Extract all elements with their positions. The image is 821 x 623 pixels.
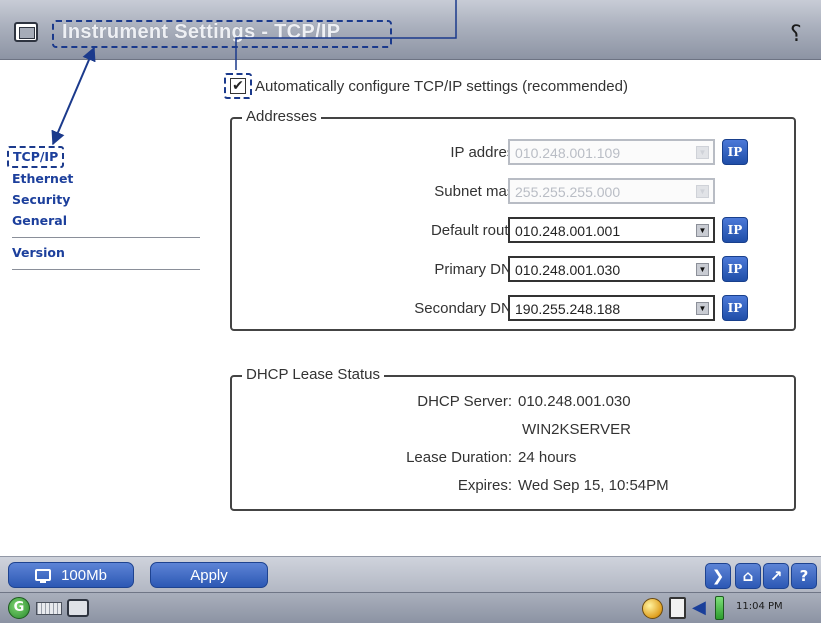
expires-value: Wed Sep 15, 10:54PM (518, 477, 669, 494)
chevron-down-icon[interactable]: ▼ (696, 263, 709, 276)
dhcp-server-name: WIN2KSERVER (522, 421, 631, 438)
secondary-dns-value: 190.255.248.188 (515, 301, 621, 317)
dhcp-server-label: DHCP Server: (417, 393, 512, 410)
sidebar-item-security[interactable]: Security (12, 189, 202, 210)
chevron-down-icon[interactable]: ▼ (696, 224, 709, 237)
primary-dns-row: Primary DNS: 010.248.001.030 ▼ IP (232, 256, 794, 284)
apply-button[interactable]: Apply (150, 562, 268, 588)
home-icon: ⌂ (742, 567, 754, 585)
network-globe-icon[interactable] (642, 598, 663, 619)
lease-duration-label: Lease Duration: (406, 449, 512, 466)
home-button[interactable]: ⌂ (735, 563, 761, 589)
window-icon[interactable] (14, 22, 38, 42)
dhcp-server-row: DHCP Server: 010.248.001.030 (232, 393, 794, 413)
link-speed-label: 100Mb (61, 566, 107, 584)
taskbar: G ◀ 11:04 PM (0, 592, 821, 623)
default-router-value: 010.248.001.001 (515, 223, 621, 239)
subnet-mask-row: Subnet mask: 255.255.255.000 ▼ (232, 178, 794, 206)
ip-address-field: 010.248.001.109 ▼ (508, 139, 715, 165)
ip-address-row: IP address: 010.248.001.109 ▼ IP (232, 139, 794, 167)
keyboard-icon[interactable] (36, 602, 62, 615)
default-router-row: Default router: 010.248.001.001 ▼ IP (232, 217, 794, 245)
addresses-legend: Addresses (242, 108, 321, 125)
clock-time[interactable]: 11:04 PM (736, 601, 783, 612)
link-speed-button[interactable]: 100Mb (8, 562, 134, 588)
sidebar-item-ethernet[interactable]: Ethernet (12, 168, 202, 189)
network-icon (35, 569, 52, 583)
speaker-icon[interactable]: ◀ (692, 598, 706, 618)
chevron-down-icon[interactable]: ▼ (696, 302, 709, 315)
default-router-ip-button[interactable]: IP (722, 217, 748, 243)
apply-label: Apply (190, 566, 228, 584)
dhcp-lease-group: DHCP Lease Status DHCP Server: 010.248.0… (230, 366, 796, 511)
help-button[interactable]: ? (791, 563, 817, 589)
primary-dns-field[interactable]: 010.248.001.030 ▼ (508, 256, 715, 282)
whats-this-help-icon[interactable]: ⸮ (790, 22, 802, 47)
auto-config-checkbox[interactable]: ✔ (230, 78, 246, 94)
help-icon: ? (799, 567, 809, 585)
chevron-down-icon: ▼ (696, 146, 709, 159)
subnet-mask-field: 255.255.255.000 ▼ (508, 178, 715, 204)
sidebar-item-tcpip[interactable]: TCP/IP (7, 146, 65, 168)
lease-duration-row: Lease Duration: 24 hours (232, 449, 794, 469)
ip-address-ip-button[interactable]: IP (722, 139, 748, 165)
sidebar-item-version[interactable]: Version (12, 242, 202, 263)
dhcp-server-ip: 010.248.001.030 (518, 393, 631, 410)
expires-label: Expires: (457, 477, 512, 494)
wrench-icon: ↗ (769, 567, 783, 585)
start-button[interactable]: G (8, 597, 30, 619)
primary-dns-value: 010.248.001.030 (515, 262, 621, 278)
auto-config-label: Automatically configure TCP/IP settings … (255, 77, 628, 95)
window-title: Instrument Settings - TCP/IP (62, 21, 341, 43)
dhcp-legend: DHCP Lease Status (242, 366, 384, 383)
sidebar-divider (12, 237, 200, 238)
exit-icon: ❯ (711, 567, 725, 585)
checkbox-highlight-box: ✔ (224, 73, 252, 99)
expires-row: Expires: Wed Sep 15, 10:54PM (232, 477, 794, 497)
dhcp-server-name-row: WIN2KSERVER (232, 421, 794, 441)
sidebar-nav: TCP/IP Ethernet Security General Version (7, 146, 202, 274)
addresses-group: Addresses IP address: 010.248.001.109 ▼ … (230, 108, 796, 331)
bottom-toolbar: 100Mb Apply ❯ ⌂ ↗ ? (0, 556, 821, 592)
auto-config-row[interactable]: ✔ Automatically configure TCP/IP setting… (224, 73, 628, 99)
primary-dns-ip-button[interactable]: IP (722, 256, 748, 282)
default-router-field[interactable]: 010.248.001.001 ▼ (508, 217, 715, 243)
sidebar-divider (12, 269, 200, 270)
clipboard-icon[interactable] (669, 597, 686, 619)
window-switch-icon[interactable] (67, 599, 89, 617)
secondary-dns-row: Secondary DNS: 190.255.248.188 ▼ IP (232, 295, 794, 323)
sidebar-item-general[interactable]: General (12, 210, 202, 231)
ip-address-value: 010.248.001.109 (515, 145, 621, 161)
subnet-mask-value: 255.255.255.000 (515, 184, 621, 200)
secondary-dns-ip-button[interactable]: IP (722, 295, 748, 321)
chevron-down-icon: ▼ (696, 185, 709, 198)
exit-button[interactable]: ❯ (705, 563, 731, 589)
title-bar: Instrument Settings - TCP/IP ⸮ (0, 0, 821, 60)
lease-duration-value: 24 hours (518, 449, 577, 466)
tools-button[interactable]: ↗ (763, 563, 789, 589)
annotation-arrow (51, 46, 96, 146)
secondary-dns-field[interactable]: 190.255.248.188 ▼ (508, 295, 715, 321)
battery-icon[interactable] (715, 596, 724, 620)
